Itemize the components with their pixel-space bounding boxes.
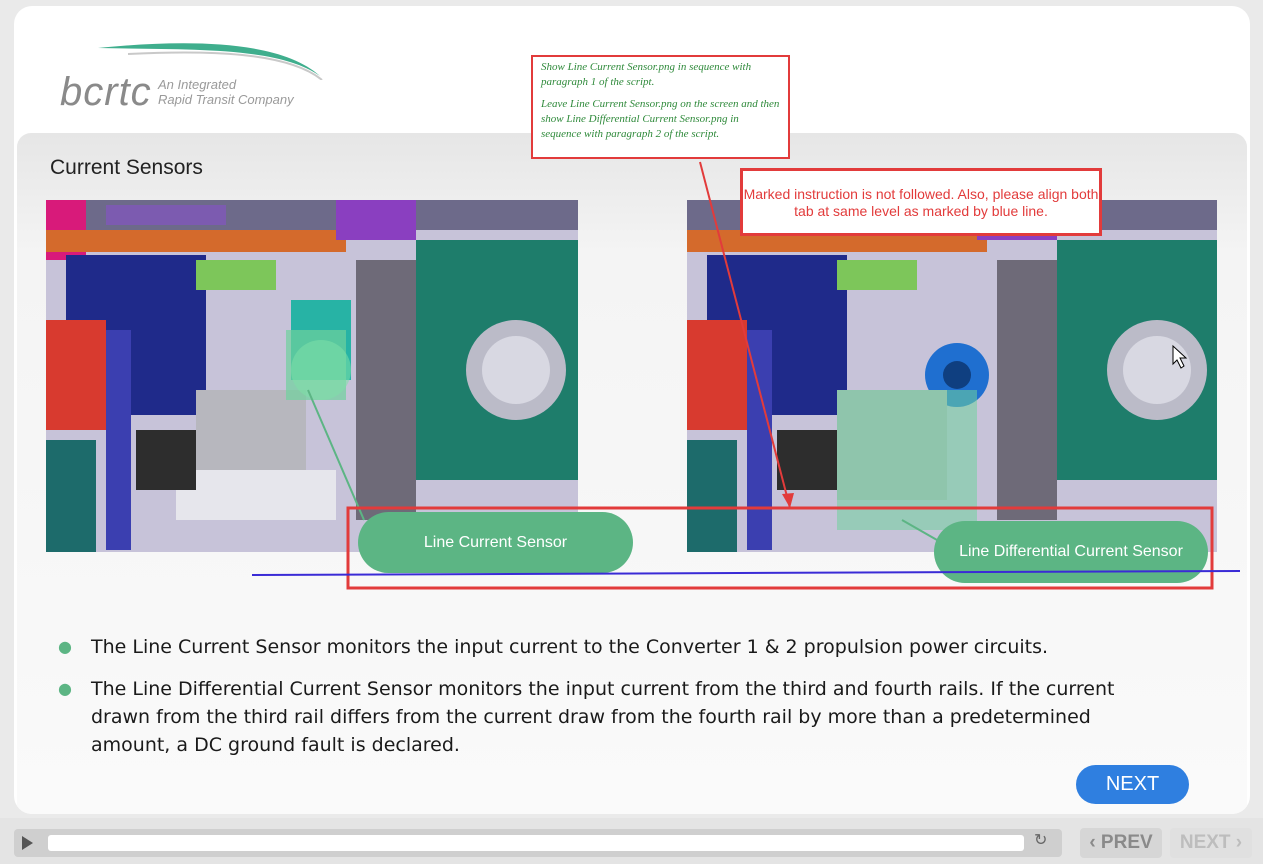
bcrtc-logo: bcrtc An Integrated Rapid Transit Compan…: [60, 40, 323, 120]
bullet-list: ● The Line Current Sensor monitors the i…: [58, 633, 1128, 773]
review-comment: Marked instruction is not followed. Also…: [740, 168, 1102, 236]
replay-icon[interactable]: ↻: [1034, 833, 1050, 849]
line-differential-current-sensor-tab[interactable]: Line Differential Current Sensor: [934, 521, 1208, 583]
slide-next-button[interactable]: NEXT: [1076, 765, 1189, 804]
prev-button[interactable]: ‹ PREV: [1080, 828, 1162, 858]
instruction-note-line-2: Leave Line Current Sensor.png on the scr…: [541, 98, 780, 140]
list-item: ● The Line Current Sensor monitors the i…: [58, 633, 1128, 661]
bullet-text: The Line Current Sensor monitors the inp…: [91, 636, 1049, 658]
logo-tagline-2: Rapid Transit Company: [158, 92, 294, 107]
line-current-sensor-image: [46, 200, 578, 552]
bullet-text: The Line Differential Current Sensor mon…: [91, 678, 1115, 756]
line-current-sensor-tab[interactable]: Line Current Sensor: [358, 512, 633, 573]
progress-scrubber[interactable]: [48, 835, 1024, 851]
bullet-icon: ●: [58, 637, 72, 656]
logo-wordmark: bcrtc: [60, 70, 152, 114]
instruction-note-line-1: Show Line Current Sensor.png in sequence…: [541, 61, 752, 88]
page-title: Current Sensors: [50, 156, 203, 179]
instruction-note: Show Line Current Sensor.png in sequence…: [531, 55, 790, 159]
play-icon[interactable]: [22, 836, 33, 850]
logo-tagline-1: An Integrated: [158, 77, 237, 92]
next-button-disabled: NEXT ›: [1170, 828, 1252, 858]
line-differential-current-sensor-image: [687, 200, 1217, 552]
list-item: ● The Line Differential Current Sensor m…: [58, 675, 1128, 759]
bullet-icon: ●: [58, 679, 72, 698]
